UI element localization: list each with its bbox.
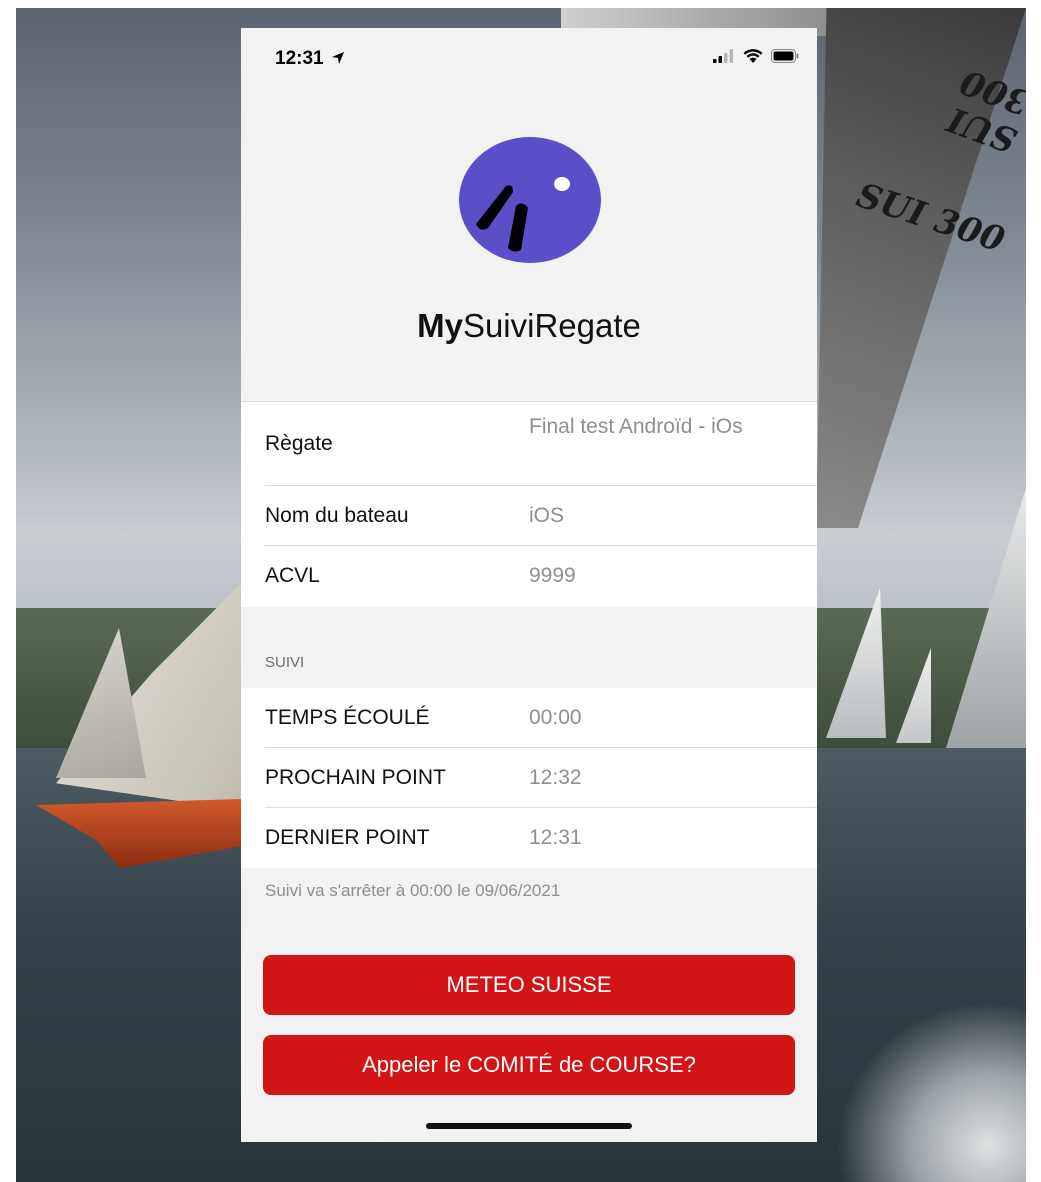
status-time-text: 12:31 <box>275 48 324 69</box>
status-bar: 12:31 <box>241 28 817 88</box>
call-race-committee-button[interactable]: Appeler le COMITÉ de COURSE? <box>263 1035 795 1095</box>
info-label: Nom du bateau <box>265 504 409 527</box>
info-row-boat-name: Nom du bateau iOS <box>241 486 817 546</box>
info-value: 9999 <box>529 564 576 587</box>
info-value: iOS <box>529 504 565 527</box>
app-name: MySuiviRegate <box>241 307 817 345</box>
sailboat-logo-icon <box>459 137 601 263</box>
section-header-suivi: SUIVI <box>265 654 305 671</box>
tracking-value: 12:31 <box>529 826 582 849</box>
regatta-info-card: Règate Final test Androïd - iOs Nom du b… <box>241 401 817 607</box>
app-name-rest: SuiviRegate <box>462 307 641 344</box>
status-icons <box>713 48 799 63</box>
phone-screen: 12:31 MySuiviRegate Règate Final test An… <box>241 28 817 1142</box>
cellular-signal-icon <box>713 48 733 63</box>
battery-icon <box>771 48 799 63</box>
tracking-card: TEMPS ÉCOULÉ 00:00 PROCHAIN POINT 12:32 … <box>241 688 817 868</box>
tracking-value: 12:32 <box>529 766 582 789</box>
info-label: ACVL <box>265 564 320 587</box>
tracking-value: 00:00 <box>529 706 582 729</box>
info-row-acvl: ACVL 9999 <box>241 546 817 606</box>
tracking-label: TEMPS ÉCOULÉ <box>265 706 430 729</box>
wifi-icon <box>743 49 763 63</box>
home-indicator[interactable] <box>426 1123 632 1129</box>
tracking-label: PROCHAIN POINT <box>265 766 446 789</box>
meteo-suisse-button[interactable]: METEO SUISSE <box>263 955 795 1015</box>
location-arrow-icon <box>331 52 344 64</box>
tracking-row-elapsed: TEMPS ÉCOULÉ 00:00 <box>241 688 817 748</box>
status-time: 12:31 <box>275 48 345 70</box>
tracking-stop-note: Suivi va s'arrêter à 00:00 le 09/06/2021 <box>265 881 561 900</box>
tracking-label: DERNIER POINT <box>265 826 430 849</box>
tracking-row-last-point: DERNIER POINT 12:31 <box>241 808 817 868</box>
app-name-bold: My <box>417 307 463 344</box>
info-value: Final test Androïd - iOs <box>529 415 743 438</box>
tracking-row-next-point: PROCHAIN POINT 12:32 <box>241 748 817 808</box>
background-wave-foam <box>836 1002 1026 1182</box>
info-label: Règate <box>265 432 333 455</box>
info-row-regate: Règate Final test Androïd - iOs <box>241 402 817 486</box>
